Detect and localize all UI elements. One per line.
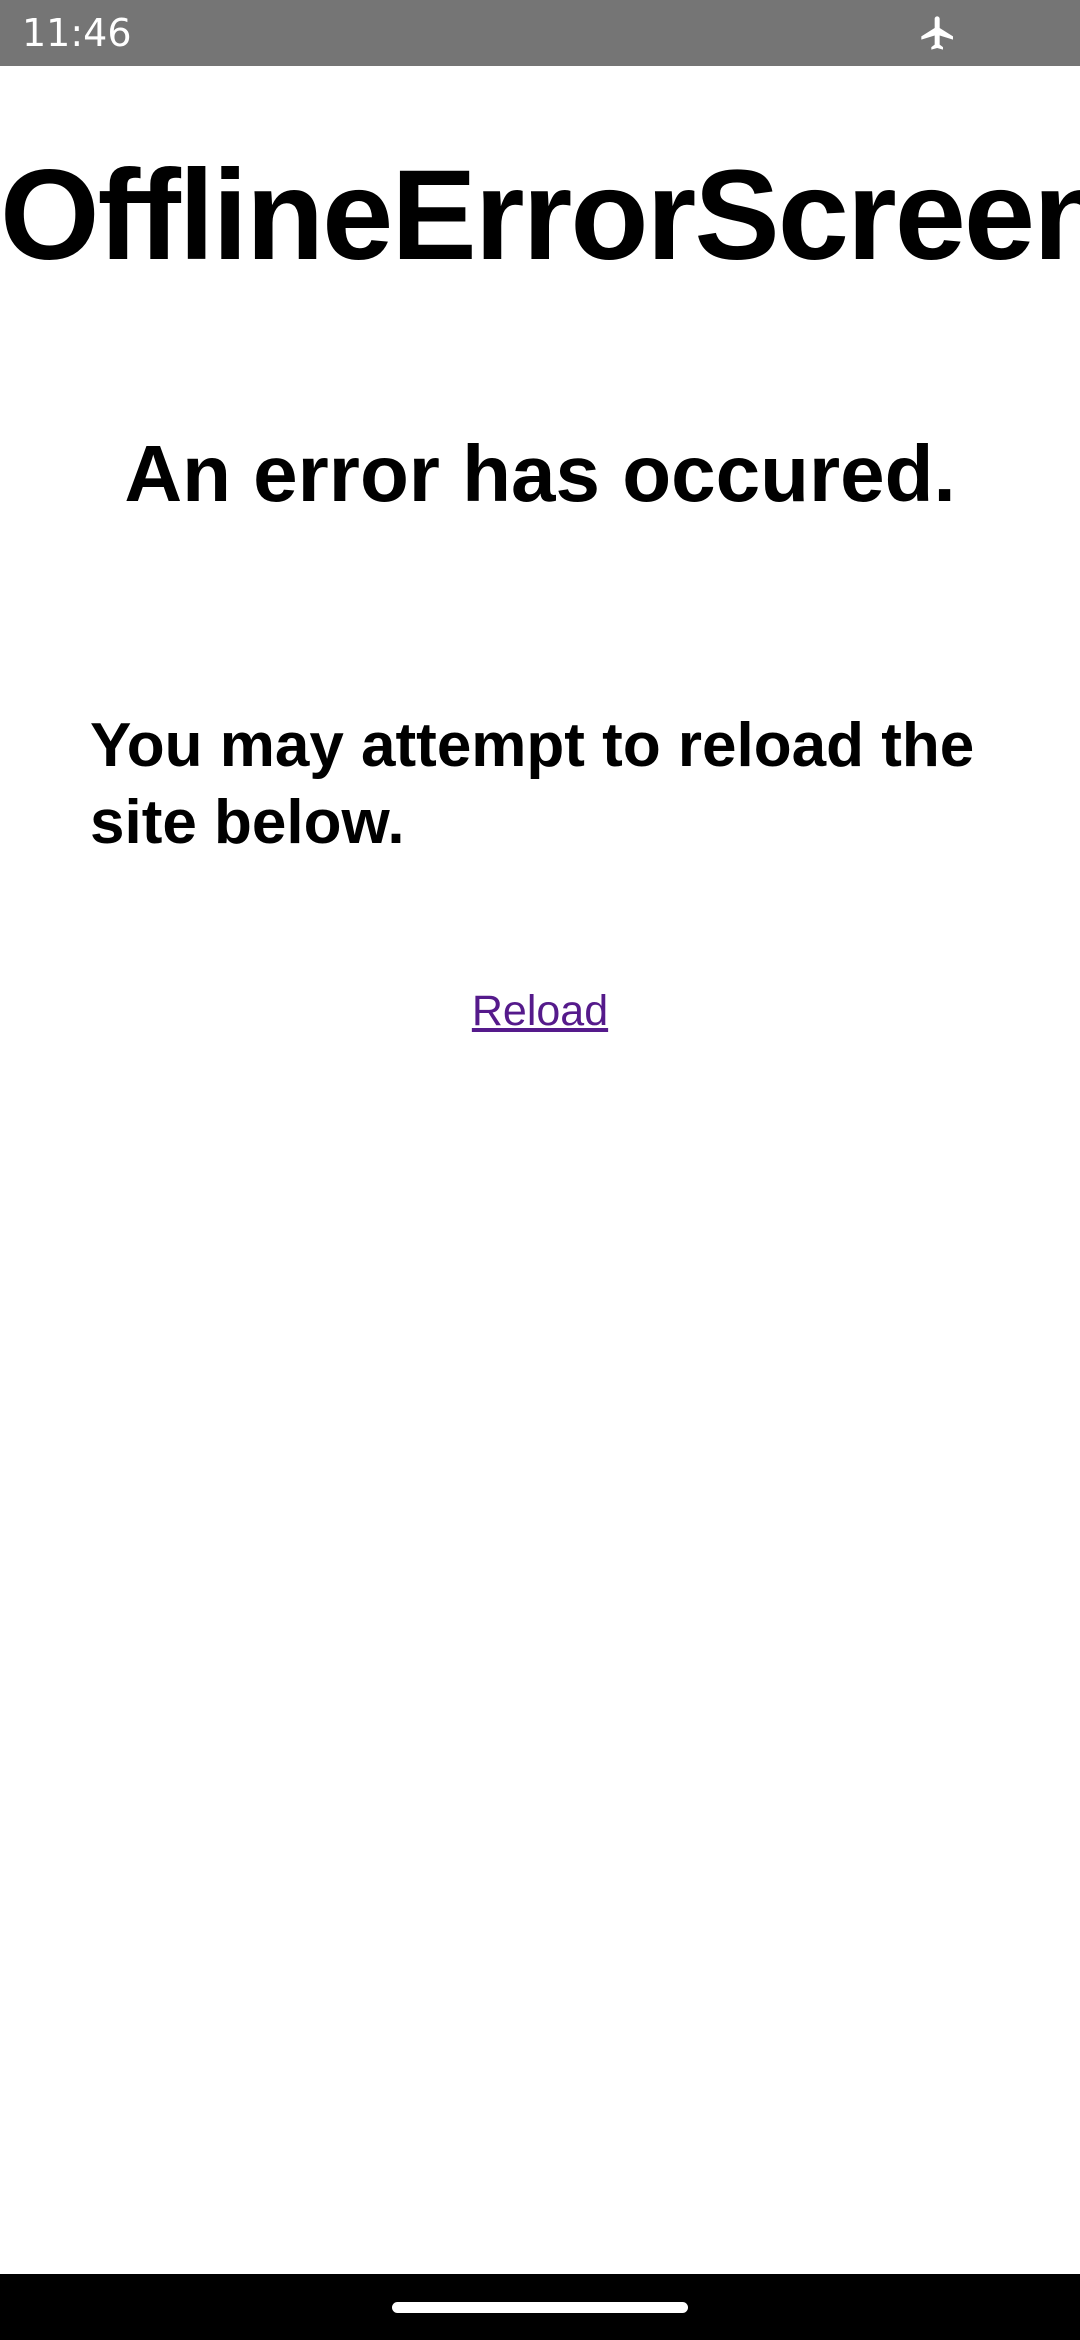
- reload-link-container: Reload: [0, 985, 1080, 1037]
- error-message: You may attempt to reload the site below…: [90, 711, 975, 857]
- home-indicator[interactable]: [392, 2302, 688, 2313]
- reload-link[interactable]: Reload: [472, 987, 608, 1035]
- status-bar: 11:46: [0, 0, 1080, 66]
- error-heading: An error has occured.: [124, 429, 956, 518]
- navigation-bar: [0, 2274, 1080, 2340]
- page-title: OfflineErrorScreen: [0, 148, 1080, 283]
- status-time: 11:46: [22, 11, 132, 55]
- airplane-mode-icon: [921, 16, 953, 50]
